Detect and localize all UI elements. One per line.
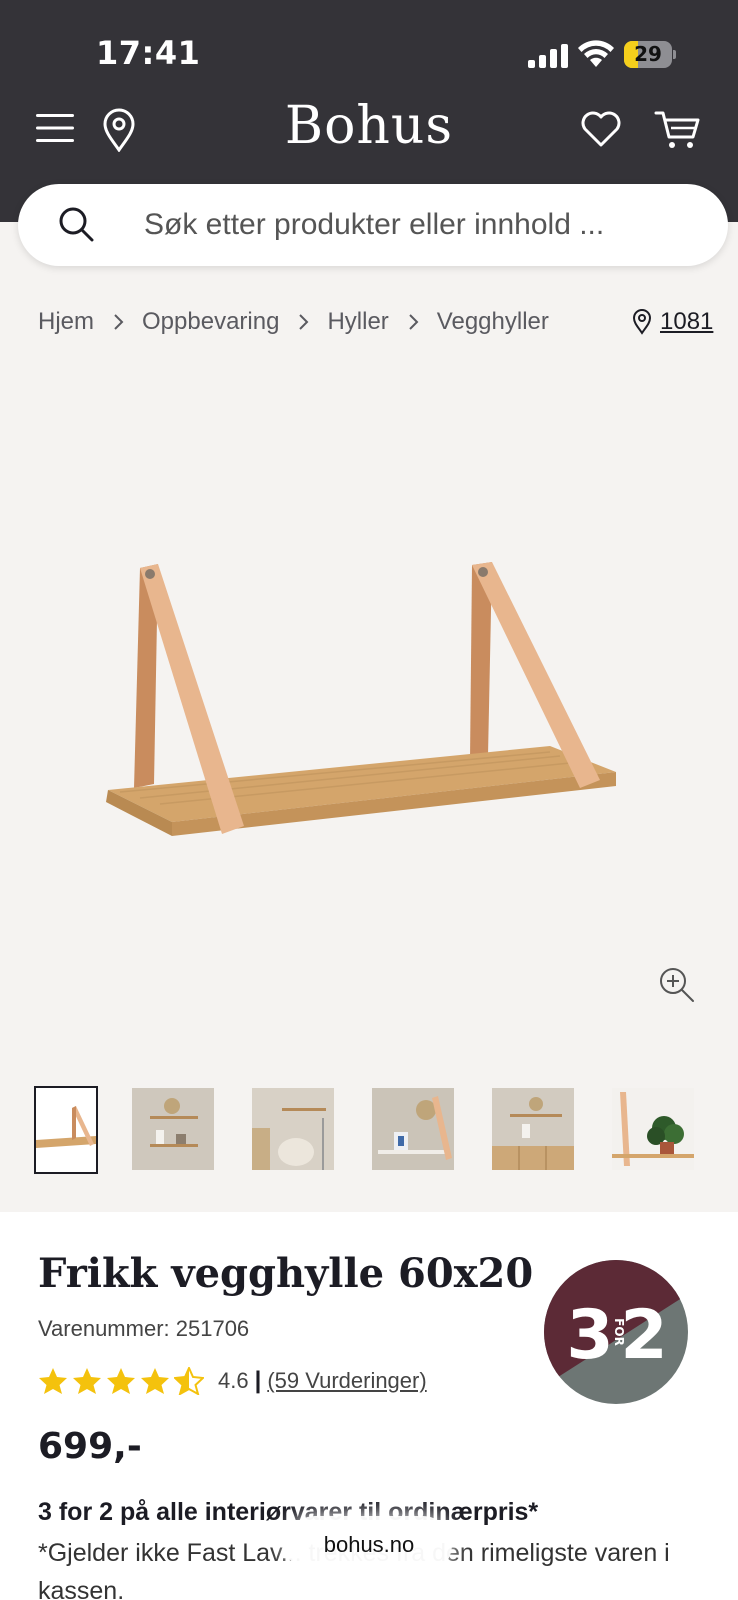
star-icon: [107, 1368, 135, 1394]
battery-nub: [673, 50, 676, 59]
star-icon: [73, 1368, 101, 1394]
star-icon: [141, 1368, 169, 1394]
thumbnail-6[interactable]: [612, 1088, 694, 1170]
chevron-right-icon: [279, 313, 327, 331]
rating-count-link[interactable]: (59 Vurderinger): [267, 1368, 426, 1394]
store-selector[interactable]: 1081: [632, 302, 713, 342]
3-for-2-badge: 3 FOR 2: [544, 1260, 688, 1404]
cart-icon[interactable]: [654, 110, 700, 150]
wifi-icon: [578, 40, 614, 67]
search-icon: [59, 207, 94, 242]
product-rating[interactable]: 4.6 | (59 Vurderinger): [38, 1364, 427, 1398]
battery-indicator: 29: [624, 41, 676, 68]
location-pin-icon: [632, 309, 652, 335]
breadcrumb-vegghyller[interactable]: Vegghyller: [437, 308, 549, 336]
thumbnail-2[interactable]: [132, 1088, 214, 1170]
store-code[interactable]: 1081: [660, 308, 713, 336]
badge-right-number: 2: [620, 1296, 667, 1375]
image-thumbnails: [34, 1086, 738, 1174]
breadcrumb-hyller[interactable]: Hyller: [327, 308, 388, 336]
thumbnail-4[interactable]: [372, 1088, 454, 1170]
cellular-signal-icon: [528, 44, 568, 68]
thumbnail-5[interactable]: [492, 1088, 574, 1170]
product-title: Frikk vegghylle 60x20: [38, 1250, 534, 1297]
product-price: 699,-: [38, 1426, 142, 1467]
search-input[interactable]: [144, 202, 704, 248]
thumbnail-1[interactable]: [34, 1086, 98, 1174]
battery-level: 29: [634, 42, 662, 66]
rating-stars: [38, 1367, 204, 1395]
badge-left-number: 3: [566, 1296, 613, 1375]
thumbnail-3[interactable]: [252, 1088, 334, 1170]
status-time: 17:41: [96, 34, 201, 72]
star-icon: [39, 1368, 67, 1394]
product-sku: Varenummer: 251706: [38, 1316, 250, 1341]
rating-separator: |: [254, 1367, 262, 1394]
product-image[interactable]: [60, 540, 680, 880]
search-bar[interactable]: [18, 184, 728, 266]
star-half-icon: [174, 1367, 204, 1395]
chevron-right-icon: [94, 313, 142, 331]
breadcrumb-oppbevaring[interactable]: Oppbevaring: [142, 308, 279, 336]
location-pin-icon[interactable]: [102, 108, 136, 152]
zoom-in-icon[interactable]: [658, 966, 696, 1004]
menu-icon[interactable]: [36, 112, 74, 144]
battery-body: 29: [624, 41, 672, 68]
breadcrumb-home[interactable]: Hjem: [38, 308, 94, 336]
promo-title: 3 for 2 på alle interiørvarer til ordinæ…: [38, 1498, 539, 1526]
breadcrumb: Hjem Oppbevaring Hyller Vegghyller: [38, 302, 549, 342]
heart-icon[interactable]: [580, 110, 622, 148]
browser-url-bar[interactable]: bohus.no: [286, 1516, 452, 1574]
rating-value: 4.6: [218, 1368, 249, 1393]
chevron-right-icon: [389, 313, 437, 331]
